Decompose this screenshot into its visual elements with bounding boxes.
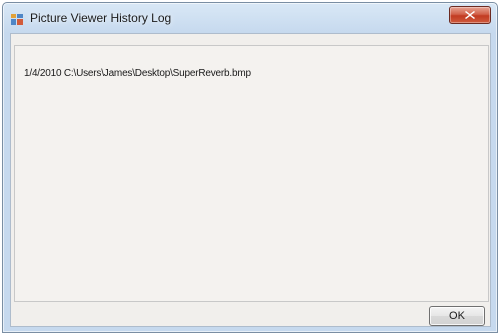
close-icon (465, 11, 475, 19)
close-button[interactable] (449, 6, 491, 24)
history-log-list[interactable]: 1/4/2010 C:\Users\James\Desktop\SuperRev… (14, 45, 489, 302)
log-entry[interactable]: 1/4/2010 C:\Users\James\Desktop\SuperRev… (24, 68, 251, 79)
window-title: Picture Viewer History Log (30, 11, 172, 25)
title-bar[interactable]: Picture Viewer History Log (3, 3, 497, 33)
application-icon (11, 12, 23, 25)
ok-button[interactable]: OK (429, 306, 485, 326)
dialog-window: Picture Viewer History Log 1/4/2010 C:\U… (2, 2, 498, 333)
dialog-client-area: 1/4/2010 C:\Users\James\Desktop\SuperRev… (10, 33, 491, 327)
